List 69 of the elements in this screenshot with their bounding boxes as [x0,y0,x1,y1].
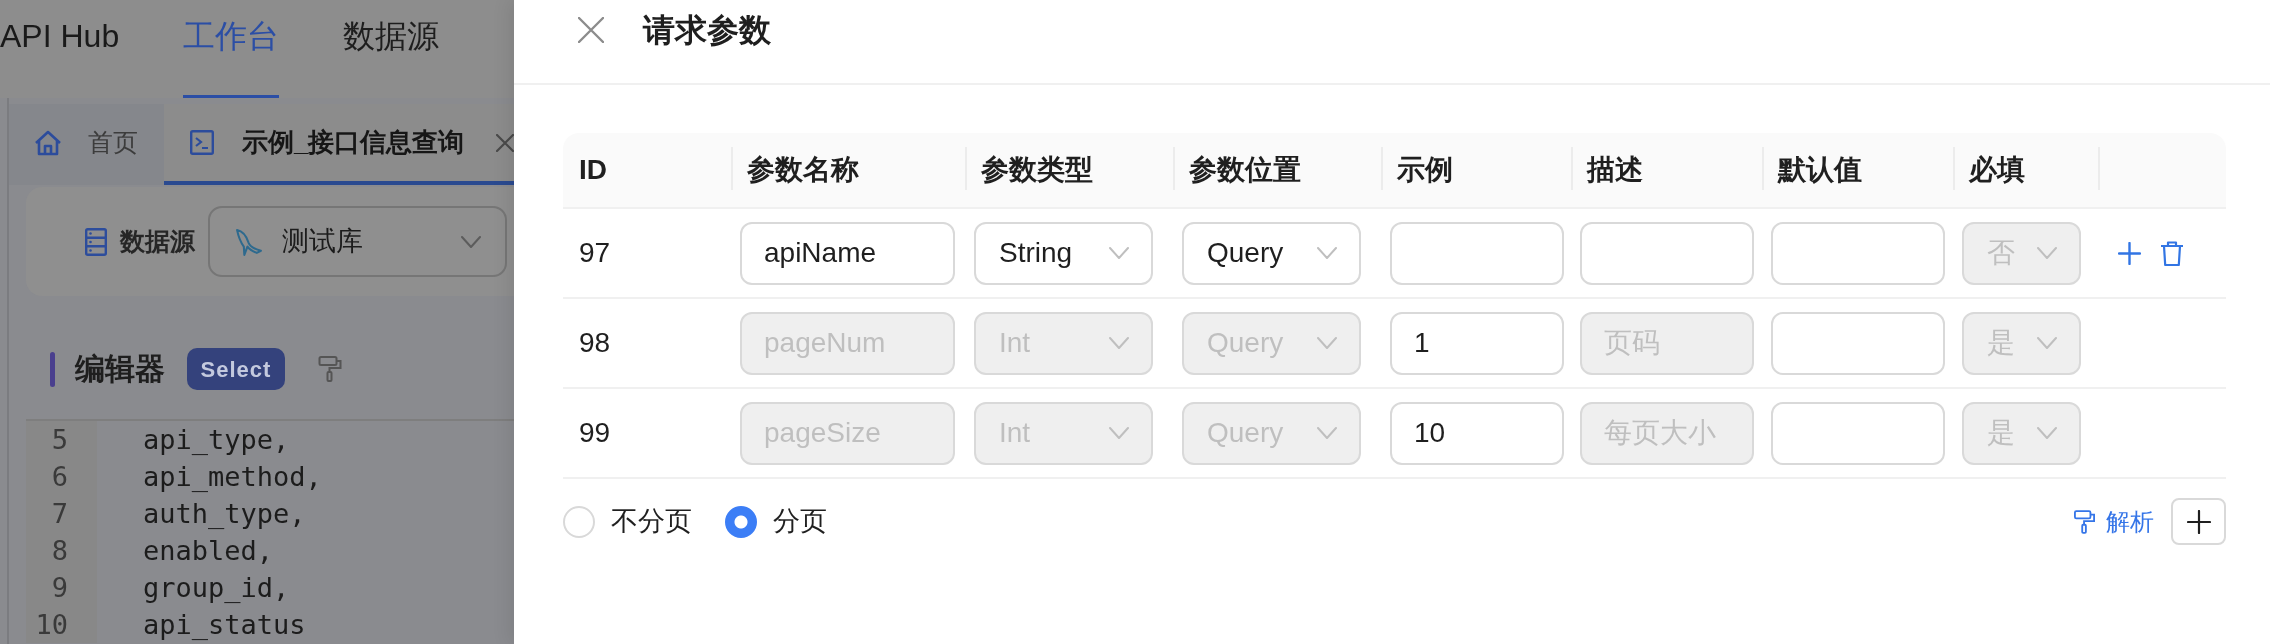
radio-icon[interactable] [725,505,757,538]
code-line: api_method, [142,460,322,494]
chevron-down-icon [1109,337,1129,349]
code-line: enabled, [142,534,274,568]
nav-link[interactable]: 数据源 [343,0,440,98]
code-line: api_status [142,608,306,642]
line-number: 7 [26,495,97,532]
example-field[interactable] [1390,221,1564,285]
page-tab[interactable]: 首页 [9,104,164,185]
paint-roller-icon [2074,509,2095,534]
example-field[interactable]: 10 [1390,401,1564,465]
chevron-down-icon [461,235,481,248]
editor-title: 编辑器 [75,351,165,387]
datasource-select[interactable]: 测试库 [208,206,507,277]
code-line: group_id, [142,571,290,605]
column-header: ID [563,133,731,209]
add-icon[interactable] [2118,241,2141,265]
code-line: auth_type, [142,497,306,531]
terminal-icon [190,130,214,155]
chevron-down-icon [1109,427,1129,439]
database-icon [85,227,107,256]
example-field[interactable]: 1 [1390,311,1564,375]
type-select[interactable]: String [974,221,1153,285]
column-header: 示例 [1381,133,1571,209]
chevron-down-icon [1109,247,1129,259]
line-number: 5 [26,421,97,458]
datasource-label: 数据源 [120,225,195,257]
chevron-down-icon [1317,427,1337,439]
radio-option[interactable]: 不分页 [563,501,692,542]
chevron-down-icon [1317,247,1337,259]
column-header: 必填 [1953,133,2098,209]
add-button[interactable] [2171,498,2226,545]
code-line: api_type, [142,423,290,457]
radio-option[interactable]: 分页 [725,501,827,542]
paint-roller-icon[interactable] [318,356,342,382]
chevron-down-icon [2037,337,2057,349]
table-cell: 97 [563,209,731,299]
dolphin-icon [234,226,264,257]
name-field[interactable]: apiName [740,221,955,285]
column-header: 参数名称 [731,133,965,209]
default-value-field[interactable] [1771,221,1945,285]
brand-name: API Hub [0,17,120,56]
drawer-title: 请求参数 [643,14,771,46]
chevron-down-icon [2037,247,2057,259]
close-icon[interactable] [578,17,604,43]
table-cell: 99 [563,389,731,479]
nav-link[interactable]: 工作台 [183,0,280,98]
close-icon[interactable] [496,133,514,152]
column-header: 参数位置 [1173,133,1381,209]
plus-icon [2186,509,2211,534]
parse-link[interactable]: 解析 [2074,503,2154,540]
default-value-field[interactable] [1771,311,1945,375]
line-number: 8 [26,532,97,569]
chevron-down-icon [2037,427,2057,439]
statement-type-tag: Select [187,348,285,390]
line-number: 9 [26,569,97,606]
default-value-field[interactable] [1771,401,1945,465]
chevron-down-icon [1317,337,1337,349]
position-select[interactable]: Query [1182,221,1361,285]
column-header: 默认值 [1762,133,1953,209]
table-cell: 98 [563,299,731,389]
home-icon [34,129,62,156]
column-header: 参数类型 [965,133,1173,209]
description-field[interactable] [1580,221,1754,285]
column-header: 描述 [1571,133,1762,209]
delete-icon[interactable] [2160,240,2184,266]
line-number: 10 [26,606,97,643]
line-number: 6 [26,458,97,495]
accent-bar [50,351,55,387]
